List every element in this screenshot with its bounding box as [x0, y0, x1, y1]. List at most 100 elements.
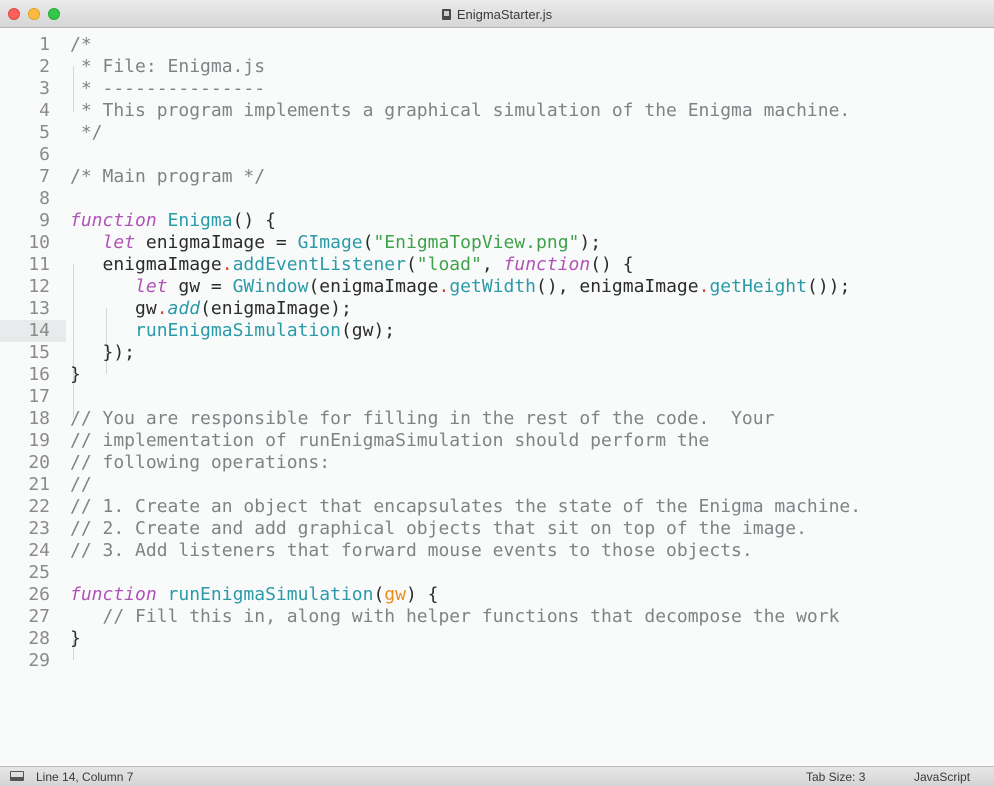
- line-number: 7: [39, 166, 50, 187]
- code-token: * File: Enigma.js: [70, 56, 266, 77]
- line-number: 8: [39, 188, 50, 209]
- code-line[interactable]: 9 function Enigma() {: [0, 210, 994, 232]
- code-text: * This program implements a graphical si…: [70, 100, 850, 122]
- line-number: 6: [39, 144, 50, 165]
- code-text: // implementation of runEnigmaSimulation…: [70, 430, 709, 452]
- code-token: // Fill this in, along with helper funct…: [102, 606, 840, 627]
- code-line[interactable]: 19 // implementation of runEnigmaSimulati…: [0, 430, 994, 452]
- code-token: "load": [416, 254, 482, 275]
- code-text: // 3. Add listeners that forward mouse e…: [70, 540, 753, 562]
- code-text: // 2. Create and add graphical objects t…: [70, 518, 807, 540]
- code-token: getWidth: [449, 276, 537, 297]
- code-line[interactable]: 20 // following operations:: [0, 452, 994, 474]
- code-line[interactable]: 4 * This program implements a graphical …: [0, 100, 994, 122]
- code-token: });: [70, 342, 136, 363]
- code-line[interactable]: 21 //: [0, 474, 994, 496]
- code-token: (: [405, 254, 417, 275]
- code-token: () {: [232, 210, 276, 231]
- line-number: 4: [39, 100, 50, 121]
- code-token: enigmaImage =: [135, 232, 298, 253]
- code-token: /* Main program */: [70, 166, 266, 187]
- code-line[interactable]: 29: [0, 650, 994, 672]
- code-text: let gw = GWindow(enigmaImage.getWidth(),…: [70, 276, 850, 298]
- code-line[interactable]: 17: [0, 386, 994, 408]
- code-token: function: [70, 210, 157, 231]
- code-text: runEnigmaSimulation(gw);: [70, 320, 395, 342]
- code-token: // following operations:: [70, 452, 331, 473]
- code-line[interactable]: 8: [0, 188, 994, 210]
- code-token: // 1. Create an object that encapsulates…: [70, 496, 862, 517]
- line-number: 23: [28, 518, 50, 539]
- code-line[interactable]: 12 let gw = GWindow(enigmaImage.getWidth…: [0, 276, 994, 298]
- code-line[interactable]: 16}: [0, 364, 994, 386]
- code-token: // 3. Add listeners that forward mouse e…: [70, 540, 753, 561]
- code-line[interactable]: 22 // 1. Create an object that encapsulat…: [0, 496, 994, 518]
- current-code-line[interactable]: 14 runEnigmaSimulation(gw);: [0, 320, 994, 342]
- code-line[interactable]: 3 * ---------------: [0, 78, 994, 100]
- code-token: .: [698, 276, 710, 297]
- code-token: */: [70, 122, 103, 143]
- code-line[interactable]: 11 enigmaImage.addEventListener("load", …: [0, 254, 994, 276]
- code-token: "EnigmaTopView.png": [373, 232, 580, 253]
- code-token: ) {: [405, 584, 439, 605]
- code-line[interactable]: 1 /*: [0, 34, 994, 56]
- window-title: EnigmaStarter.js: [456, 6, 553, 22]
- code-token: .: [438, 276, 450, 297]
- line-number: 26: [28, 584, 50, 605]
- line-number: 18: [28, 408, 50, 429]
- code-text: /*: [70, 34, 92, 56]
- code-token: // 2. Create and add graphical objects t…: [70, 518, 807, 539]
- code-line[interactable]: 2 * File: Enigma.js: [0, 56, 994, 78]
- line-number: 16: [28, 364, 50, 385]
- code-token: getHeight: [709, 276, 807, 297]
- tab-size-selector[interactable]: Tab Size: 3: [806, 770, 865, 784]
- code-token: add: [167, 298, 201, 319]
- code-token: ());: [806, 276, 851, 297]
- code-line[interactable]: 18 // You are responsible for filling in …: [0, 408, 994, 430]
- code-line[interactable]: 23 // 2. Create and add graphical objects…: [0, 518, 994, 540]
- line-number: 19: [28, 430, 50, 451]
- code-line[interactable]: 7 /* Main program */: [0, 166, 994, 188]
- code-text: // 1. Create an object that encapsulates…: [70, 496, 861, 518]
- code-token: let: [102, 232, 136, 253]
- code-line[interactable]: 13 gw.add(enigmaImage);: [0, 298, 994, 320]
- code-line[interactable]: 5 */: [0, 122, 994, 144]
- code-line[interactable]: 15 });: [0, 342, 994, 364]
- line-number: 24: [28, 540, 50, 561]
- code-line[interactable]: 27 // Fill this in, along with helper fu…: [0, 606, 994, 628]
- document-icon: [441, 8, 451, 20]
- code-text: function runEnigmaSimulation(gw) {: [70, 584, 439, 606]
- code-line[interactable]: 25: [0, 562, 994, 584]
- cursor-position[interactable]: Line 14, Column 7: [36, 770, 133, 784]
- code-token: * This program implements a graphical si…: [70, 100, 851, 121]
- code-token: // You are responsible for filling in th…: [70, 408, 775, 429]
- code-token: (: [373, 584, 385, 605]
- code-token: (enigmaImage);: [200, 298, 352, 319]
- line-number: 28: [28, 628, 50, 649]
- code-text: gw.add(enigmaImage);: [70, 298, 352, 320]
- code-line[interactable]: 26 function runEnigmaSimulation(gw) {: [0, 584, 994, 606]
- code-line[interactable]: 24 // 3. Add listeners that forward mouse…: [0, 540, 994, 562]
- code-text: // You are responsible for filling in th…: [70, 408, 774, 430]
- line-number: 25: [28, 562, 50, 583]
- console-toggle-icon[interactable]: [10, 771, 24, 781]
- code-token: }: [70, 364, 81, 385]
- line-number: 14: [28, 320, 50, 341]
- code-token: GWindow: [232, 276, 309, 297]
- code-line[interactable]: 10 let enigmaImage = GImage("EnigmaTopVi…: [0, 232, 994, 254]
- code-text: // Fill this in, along with helper funct…: [70, 606, 840, 628]
- code-token: );: [579, 232, 602, 253]
- line-number: 15: [28, 342, 50, 363]
- code-line[interactable]: 6: [0, 144, 994, 166]
- code-token: // implementation of runEnigmaSimulation…: [70, 430, 710, 451]
- language-selector[interactable]: JavaScript: [914, 770, 970, 784]
- title-bar[interactable]: EnigmaStarter.js: [0, 0, 994, 28]
- code-line[interactable]: 28}: [0, 628, 994, 650]
- code-text: /* Main program */: [70, 166, 265, 188]
- code-editor[interactable]: 1/* 2 * File: Enigma.js 3 * --------------…: [0, 28, 994, 766]
- code-text: }: [70, 628, 81, 650]
